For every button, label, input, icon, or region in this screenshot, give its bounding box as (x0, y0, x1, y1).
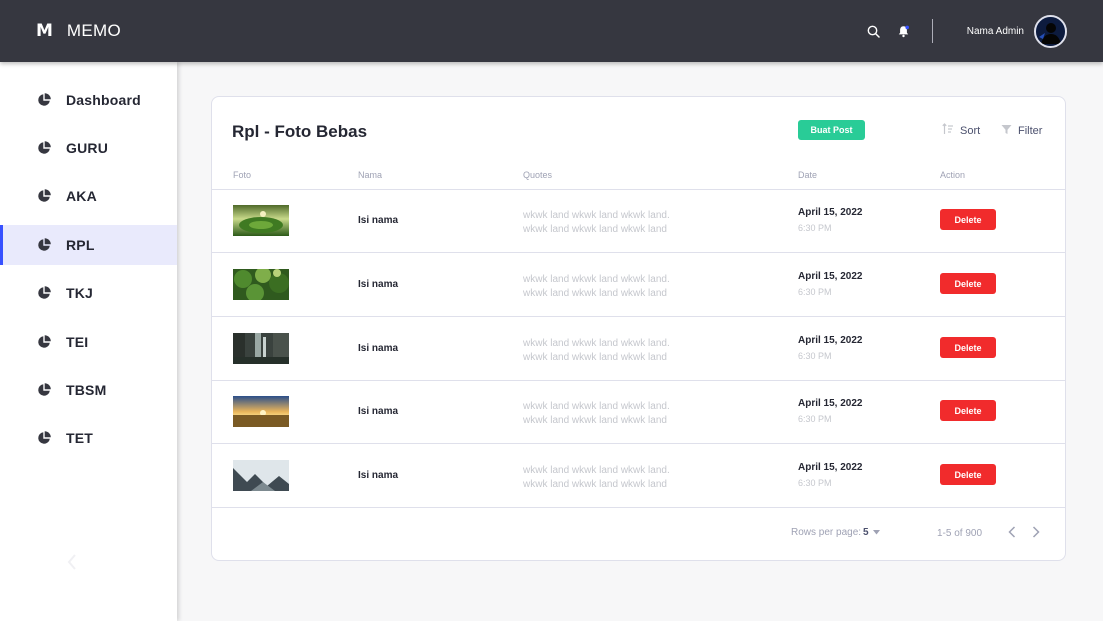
filter-icon (1001, 122, 1012, 140)
post-photo[interactable] (233, 333, 289, 364)
chevron-left-icon[interactable] (1004, 524, 1020, 540)
rows-per-page-select[interactable]: Rows per page: 5 (791, 527, 880, 538)
create-post-button[interactable]: Buat Post (798, 120, 865, 140)
filter-label: Filter (1018, 125, 1043, 137)
table-row: Isi nama wkwk land wkwk land wkwk land. w… (212, 380, 1065, 444)
brand-logo: M (36, 21, 53, 41)
sidebar-item-label: Dashboard (66, 92, 141, 108)
sidebar-item-tkj[interactable]: TKJ (0, 273, 177, 313)
sidebar-item-label: AKA (66, 188, 97, 204)
row-time: 6:30 PM (798, 223, 832, 233)
row-date: April 15, 2022 (798, 207, 863, 218)
column-header-foto: Foto (233, 170, 252, 180)
row-date: April 15, 2022 (798, 271, 863, 282)
rows-per-page-label: Rows per page: (791, 527, 862, 538)
row-name: Isi nama (358, 406, 399, 417)
admin-name[interactable]: Nama Admin (967, 26, 1024, 37)
row-quote: wkwk land wkwk land wkwk land. wkwk land … (523, 338, 670, 363)
table-row: Isi nama wkwk land wkwk land wkwk land. w… (212, 189, 1065, 253)
column-header-quotes: Quotes (523, 170, 553, 180)
delete-button[interactable]: Delete (940, 400, 996, 421)
pie-chart-icon (36, 237, 52, 253)
table-row: Isi nama wkwk land wkwk land wkwk land. w… (212, 317, 1065, 381)
sidebar-item-label: TET (66, 430, 94, 446)
column-header-nama: Nama (358, 170, 383, 180)
row-quote: wkwk land wkwk land wkwk land. wkwk land … (523, 274, 670, 299)
search-icon[interactable] (864, 21, 884, 41)
table-row: Isi nama wkwk land wkwk land wkwk land. w… (212, 253, 1065, 317)
sidebar-item-label: TEI (66, 334, 89, 350)
pie-chart-icon (36, 382, 52, 398)
sidebar-item-dashboard[interactable]: Dashboard (0, 80, 177, 120)
row-date: April 15, 2022 (798, 335, 863, 346)
page-title: Rpl - Foto Bebas (232, 122, 368, 141)
row-time: 6:30 PM (798, 478, 832, 488)
row-quote: wkwk land wkwk land wkwk land. wkwk land … (523, 210, 670, 235)
sort-icon (942, 122, 954, 140)
caret-down-icon (872, 527, 880, 538)
post-photo[interactable] (233, 269, 289, 300)
sidebar-item-label: GURU (66, 140, 109, 156)
delete-button[interactable]: Delete (940, 209, 996, 230)
app-name: MEMO (66, 21, 122, 40)
top-bar-actions: Nama Admin (864, 0, 1067, 62)
row-time: 6:30 PM (798, 414, 832, 424)
row-name: Isi nama (358, 343, 399, 354)
sidebar-item-tet[interactable]: TET (0, 418, 177, 458)
pie-chart-icon (36, 140, 52, 156)
pagination-range: 1-5 of 900 (937, 528, 983, 539)
row-date: April 15, 2022 (798, 398, 863, 409)
sidebar-item-guru[interactable]: GURU (0, 128, 177, 168)
sort-label: Sort (960, 125, 981, 137)
brand[interactable]: M MEMO (36, 21, 121, 41)
header-divider (931, 19, 933, 43)
filter-button[interactable]: Filter (1001, 122, 1042, 140)
avatar[interactable] (1034, 14, 1067, 48)
row-date: April 15, 2022 (798, 462, 863, 473)
row-name: Isi nama (358, 279, 399, 290)
sidebar-item-tbsm[interactable]: TBSM (0, 370, 177, 410)
sidebar-item-label: RPL (66, 237, 95, 253)
sidebar-item-tei[interactable]: TEI (0, 322, 177, 362)
sidebar-item-rpl[interactable]: RPL (0, 225, 177, 265)
row-time: 6:30 PM (798, 287, 832, 297)
delete-button[interactable]: Delete (940, 273, 996, 294)
post-photo[interactable] (233, 205, 289, 236)
pie-chart-icon (36, 92, 52, 108)
post-photo[interactable] (233, 460, 289, 491)
delete-button[interactable]: Delete (940, 464, 996, 485)
pie-chart-icon (36, 430, 52, 446)
row-quote: wkwk land wkwk land wkwk land. wkwk land … (523, 401, 670, 426)
sidebar-item-label: TBSM (66, 382, 107, 398)
sidebar: Dashboard GURU AKA RPL TKJ TEI TBSM TET (0, 62, 177, 621)
post-photo[interactable] (233, 396, 289, 427)
row-name: Isi nama (358, 470, 399, 481)
sort-button[interactable]: Sort (942, 122, 980, 140)
column-header-date: Date (798, 170, 818, 180)
row-quote: wkwk land wkwk land wkwk land. wkwk land … (523, 465, 670, 490)
sidebar-item-label: TKJ (66, 285, 94, 301)
chevron-right-icon[interactable] (1028, 524, 1044, 540)
top-bar: M MEMO Nama Admin (0, 0, 1103, 62)
rows-per-page-value: 5 (863, 527, 869, 538)
bell-icon[interactable] (894, 21, 914, 41)
chevron-left-icon[interactable] (64, 552, 80, 572)
pie-chart-icon (36, 285, 52, 301)
sidebar-item-aka[interactable]: AKA (0, 176, 177, 216)
pie-chart-icon (36, 188, 52, 204)
row-name: Isi nama (358, 215, 399, 226)
table-row: Isi nama wkwk land wkwk land wkwk land. w… (212, 444, 1065, 508)
column-header-action: Action (940, 170, 966, 180)
row-time: 6:30 PM (798, 351, 832, 361)
delete-button[interactable]: Delete (940, 337, 996, 358)
pie-chart-icon (36, 334, 52, 350)
posts-card: Rpl - Foto Bebas Buat Post Sort Filter F… (211, 96, 1066, 561)
